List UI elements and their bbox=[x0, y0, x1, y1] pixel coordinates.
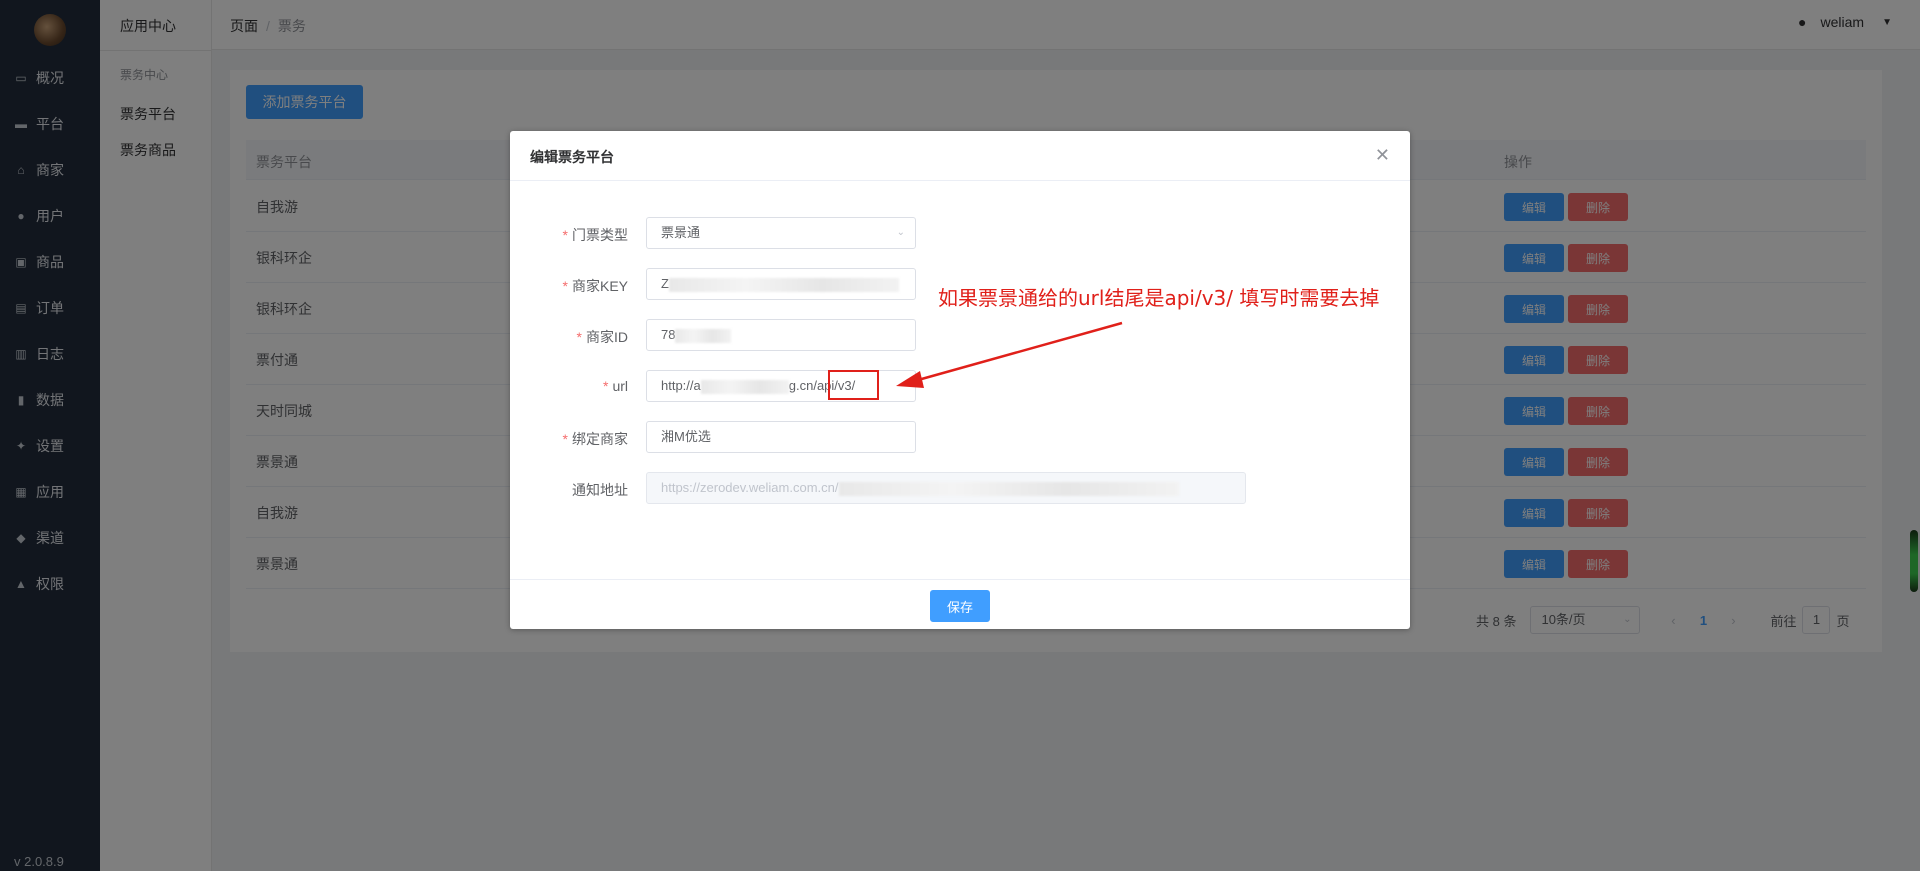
bind-merchant-input[interactable]: 湘M优选 bbox=[646, 421, 916, 453]
redacted-blur bbox=[668, 277, 899, 292]
form-row-merchant-id: * 商家ID 78 bbox=[510, 319, 1410, 351]
dialog-footer: 保存 bbox=[510, 579, 1410, 629]
redacted-blur bbox=[675, 328, 732, 343]
form-label-merchant-id: * 商家ID bbox=[576, 329, 628, 345]
form-row-notify-url: 通知地址 https://zerodev.weliam.com.cn/ bbox=[510, 472, 1410, 504]
form-row-bind-merchant: * 绑定商家 湘M优选 bbox=[510, 421, 1410, 453]
chevron-down-icon: ⌄ bbox=[896, 227, 905, 238]
annotation-text: 如果票景通给的url结尾是api/v3/ 填写时需要去掉 bbox=[938, 286, 1380, 310]
form-row-ticket-type: * 门票类型 票景通 ⌄ bbox=[510, 217, 1410, 249]
form-label-bind-merchant: * 绑定商家 bbox=[562, 431, 628, 447]
url-value-mid: g.cn/ bbox=[788, 378, 817, 393]
merchant-key-input[interactable]: Z bbox=[646, 268, 916, 300]
merchant-id-input[interactable]: 78 bbox=[646, 319, 916, 351]
url-value-start: http://a bbox=[661, 378, 701, 393]
edit-platform-dialog: 编辑票务平台 ✕ * 门票类型 票景通 ⌄ * 商家KEY Z * 商家ID 78 *… bbox=[510, 131, 1410, 629]
ticket-type-value: 票景通 bbox=[661, 225, 701, 240]
form-label-merchant-key: * 商家KEY bbox=[562, 278, 628, 294]
form-row-url: * url http://a g.cn/api/v3/ bbox=[510, 370, 1410, 402]
redacted-blur bbox=[700, 379, 789, 394]
ticket-type-select[interactable]: 票景通 ⌄ bbox=[646, 217, 916, 249]
dialog-title: 编辑票务平台 bbox=[530, 149, 614, 165]
form-label-url: * url bbox=[602, 378, 628, 394]
redacted-blur bbox=[838, 481, 1179, 496]
merchant-id-value: 78 bbox=[661, 327, 676, 342]
annotation-highlight-box bbox=[828, 370, 879, 400]
notify-url-input: https://zerodev.weliam.com.cn/ bbox=[646, 472, 1246, 504]
notify-url-value: https://zerodev.weliam.com.cn/ bbox=[661, 480, 839, 495]
close-icon[interactable]: ✕ bbox=[1375, 145, 1390, 166]
form-label-ticket-type: * 门票类型 bbox=[562, 227, 628, 243]
form-label-notify-url: 通知地址 bbox=[572, 482, 628, 498]
save-button[interactable]: 保存 bbox=[930, 590, 990, 622]
dialog-header: 编辑票务平台 ✕ bbox=[510, 131, 1410, 181]
merchant-key-value: Z bbox=[661, 276, 669, 291]
